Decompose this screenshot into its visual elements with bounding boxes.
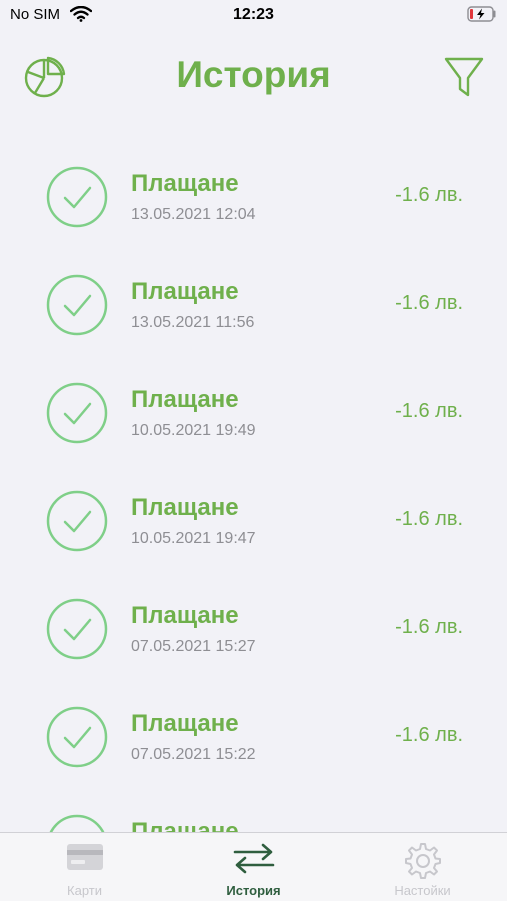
- tab-history[interactable]: История: [169, 833, 338, 901]
- transaction-list[interactable]: Плащане 13.05.2021 12:04 -1.6 лв. Плащан…: [0, 140, 507, 832]
- check-circle-icon: [46, 382, 108, 444]
- transaction-row[interactable]: Плащане 10.05.2021 19:49 -1.6 лв.: [0, 356, 507, 464]
- check-circle-icon: [46, 706, 108, 768]
- check-circle-icon: [46, 166, 108, 228]
- check-circle-icon: [46, 274, 108, 336]
- transaction-row[interactable]: Плащане 13.05.2021 11:56 -1.6 лв.: [0, 248, 507, 356]
- check-circle-icon: [49, 814, 105, 832]
- transaction-row[interactable]: Плащане 07.05.2021 15:22 -1.6 лв.: [0, 680, 507, 788]
- tab-label: Настойки: [394, 883, 451, 898]
- arrows-swap-icon: [233, 843, 274, 874]
- filter-button[interactable]: [443, 54, 485, 100]
- tab-bar: Карти История Настойки: [0, 832, 507, 901]
- filter-icon: [444, 57, 484, 97]
- transaction-row[interactable]: Плащане 07.05.2021 15:27 -1.6 лв.: [0, 572, 507, 680]
- check-circle-icon: [46, 598, 108, 660]
- status-bar: No SIM 12:23: [0, 0, 507, 32]
- gear-icon: [404, 843, 441, 879]
- transaction-amount: -1.6 лв.: [395, 616, 463, 638]
- transaction-date: 10.05.2021 19:49: [131, 422, 256, 439]
- transaction-row[interactable]: Плащане 10.05.2021 19:47 -1.6 лв.: [0, 464, 507, 572]
- transaction-name: Плащане: [131, 710, 239, 737]
- tab-label: Карти: [67, 883, 102, 898]
- transaction-date: 13.05.2021 12:04: [131, 206, 256, 223]
- transaction-name: Плащане: [131, 278, 239, 305]
- page-title: История: [176, 54, 331, 95]
- check-circle-icon: [46, 490, 108, 552]
- transaction-date: 10.05.2021 19:47: [131, 530, 256, 547]
- header: История: [0, 40, 507, 110]
- transaction-row[interactable]: Плащане: [0, 788, 507, 832]
- clock: 12:23: [233, 6, 274, 23]
- transaction-amount: -1.6 лв.: [395, 184, 463, 206]
- tab-settings[interactable]: Настойки: [338, 833, 507, 901]
- battery-charging-icon: [467, 6, 497, 27]
- card-icon: [66, 844, 103, 870]
- transaction-row[interactable]: Плащане 13.05.2021 12:04 -1.6 лв.: [0, 140, 507, 248]
- transaction-name: Плащане: [131, 602, 239, 629]
- transaction-amount: -1.6 лв.: [395, 724, 463, 746]
- tab-label: История: [226, 883, 281, 898]
- transaction-name: Плащане: [131, 170, 239, 197]
- transaction-date: 07.05.2021 15:27: [131, 638, 256, 655]
- transaction-name: Плащане: [131, 818, 239, 832]
- transaction-amount: -1.6 лв.: [395, 508, 463, 530]
- transaction-date: 13.05.2021 11:56: [131, 314, 255, 331]
- transaction-date: 07.05.2021 15:22: [131, 746, 256, 763]
- tab-cards[interactable]: Карти: [0, 833, 169, 901]
- transaction-amount: -1.6 лв.: [395, 292, 463, 314]
- transaction-name: Плащане: [131, 386, 239, 413]
- transaction-name: Плащане: [131, 494, 239, 521]
- transaction-amount: -1.6 лв.: [395, 400, 463, 422]
